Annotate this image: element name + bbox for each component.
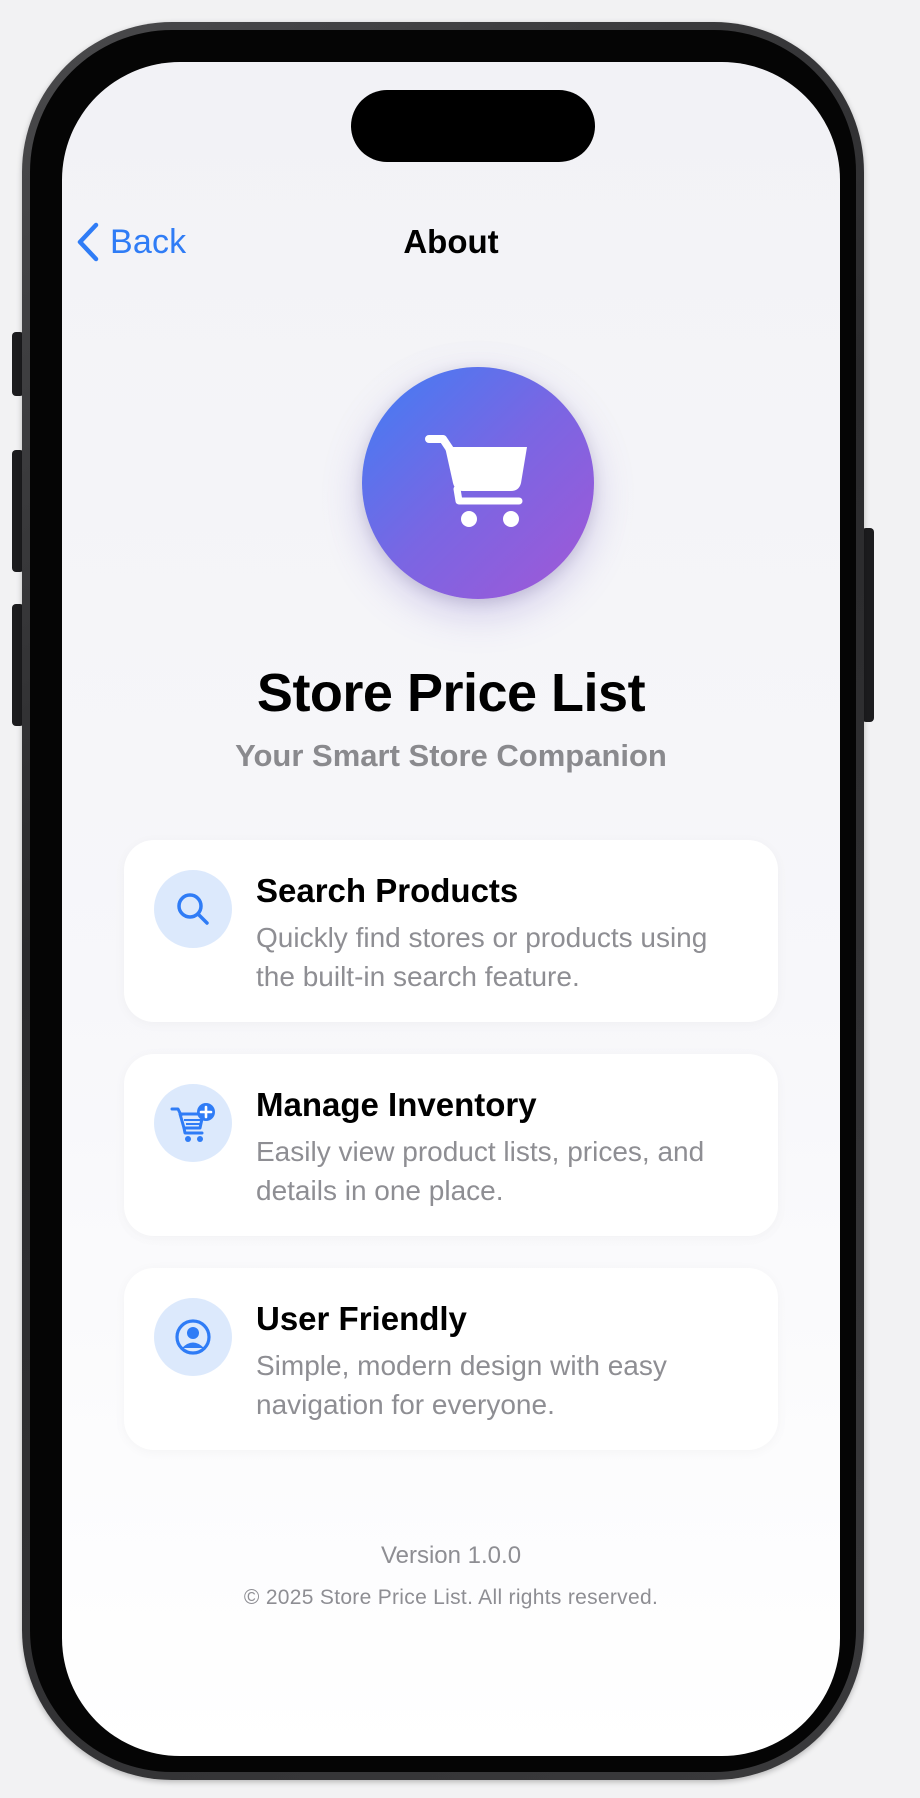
search-icon	[154, 870, 232, 948]
cart-plus-icon	[154, 1084, 232, 1162]
app-tagline: Your Smart Store Companion	[235, 738, 667, 773]
user-circle-icon	[154, 1298, 232, 1376]
feature-title: User Friendly	[256, 1300, 467, 1337]
page-title: About	[403, 223, 499, 260]
phone-bezel: Back About Store Price List Your Smart S…	[30, 30, 856, 1772]
feature-description: Quickly find stores or products using th…	[256, 922, 708, 992]
feature-title: Search Products	[256, 872, 519, 909]
app-name: Store Price List	[256, 663, 646, 723]
feature-card-search: Search Products Quickly find stores or p…	[124, 840, 778, 1022]
feature-title: Manage Inventory	[256, 1086, 537, 1123]
feature-card-user-friendly: User Friendly Simple, modern design with…	[124, 1268, 778, 1450]
app-logo	[362, 367, 594, 599]
phone-frame: Back About Store Price List Your Smart S…	[22, 22, 864, 1780]
dynamic-island	[351, 90, 595, 162]
navigation-bar: Back About	[62, 212, 840, 272]
feature-card-inventory: Manage Inventory Easily view product lis…	[124, 1054, 778, 1236]
about-screen: Back About Store Price List Your Smart S…	[62, 62, 840, 1756]
version-label: Version 1.0.0	[380, 1542, 522, 1569]
shopping-cart-icon	[423, 431, 533, 536]
feature-description: Easily view product lists, prices, and d…	[256, 1136, 705, 1206]
feature-description: Simple, modern design with easy navigati…	[256, 1350, 667, 1420]
copyright-notice: © 2025 Store Price List. All rights rese…	[243, 1586, 659, 1609]
device-stage: Back About Store Price List Your Smart S…	[0, 0, 920, 1798]
